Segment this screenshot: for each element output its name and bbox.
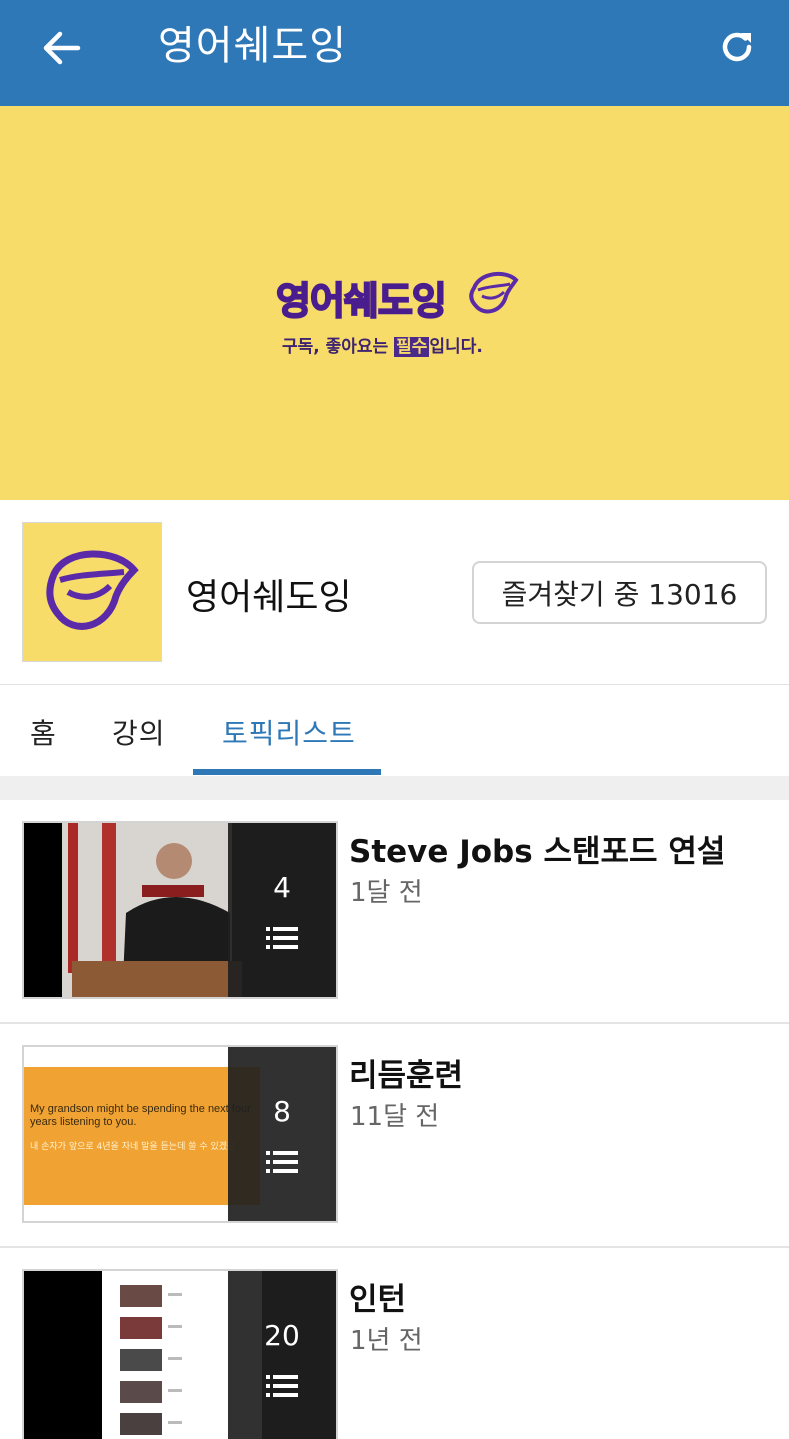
- lips-logo-icon: [469, 271, 519, 314]
- lips-logo-icon: [46, 550, 139, 630]
- thumbnail-caption-ko: 내 손자가 앞으로 4년을 자네 말을 듣는데 쓸 수 있겠군: [30, 1142, 236, 1152]
- playlist-title[interactable]: Steve Jobs 스탠포드 연설: [349, 826, 725, 871]
- tab-bar: 홈 강의 토픽리스트: [0, 686, 789, 776]
- playlist-count: 20: [264, 1319, 300, 1352]
- playlist-icon: [266, 1151, 298, 1173]
- playlist-date: 1달 전: [350, 878, 423, 908]
- playlist-count: 8: [273, 1095, 291, 1128]
- playlist-icon: [266, 1375, 298, 1397]
- section-divider: [0, 776, 789, 800]
- app-title: 영어쉐도잉: [158, 23, 347, 69]
- playlist-list: 4 Steve Jobs 스탠포드 연설 1달 전 My grandson mi…: [0, 800, 789, 1439]
- banner-logo-text: 영어쉐도잉: [275, 278, 448, 324]
- playlist-title[interactable]: 인턴: [349, 1274, 406, 1319]
- channel-avatar[interactable]: [22, 522, 162, 662]
- channel-banner: 영어쉐도잉 구독, 좋아요는 필수 입니다.: [0, 106, 789, 500]
- list-item[interactable]: 4 Steve Jobs 스탠포드 연설 1달 전: [0, 800, 789, 1024]
- back-arrow-icon: [43, 31, 81, 65]
- playlist-date: 1년 전: [350, 1326, 423, 1356]
- tagline-text-end: 입니다.: [429, 337, 483, 357]
- refresh-button[interactable]: [710, 20, 764, 74]
- list-item[interactable]: 20 인턴 1년 전: [0, 1248, 789, 1439]
- back-button[interactable]: [36, 22, 88, 74]
- playlist-date: 11달 전: [350, 1102, 440, 1132]
- refresh-icon: [722, 32, 752, 62]
- playlist-title[interactable]: 리듬훈련: [349, 1050, 463, 1095]
- channel-name: 영어쉐도잉: [186, 577, 352, 618]
- playlist-thumbnail[interactable]: My grandson might be spending the next f…: [22, 1045, 338, 1223]
- playlist-icon: [266, 927, 298, 949]
- tab-topic-list[interactable]: 토픽리스트: [222, 712, 356, 752]
- banner-tagline: 구독, 좋아요는 필수 입니다.: [282, 332, 483, 357]
- tagline-highlight: 필수: [394, 337, 430, 357]
- active-tab-indicator: [193, 769, 381, 775]
- favorite-button[interactable]: 즐겨찾기 중 13016: [472, 561, 767, 624]
- playlist-thumbnail[interactable]: 4: [22, 821, 338, 999]
- tab-lectures[interactable]: 강의: [112, 712, 166, 752]
- list-item[interactable]: My grandson might be spending the next f…: [0, 1024, 789, 1248]
- app-bar: 영어쉐도잉: [0, 0, 789, 106]
- thumbnail-caption-en: My grandson might be spending the next f…: [30, 1103, 251, 1128]
- tab-home[interactable]: 홈: [30, 712, 57, 752]
- banner-logo: 영어쉐도잉 구독, 좋아요는 필수 입니다.: [275, 266, 526, 366]
- playlist-count: 4: [273, 871, 291, 904]
- thumbnail-overlay: [228, 823, 336, 997]
- tagline-text: 구독, 좋아요는: [282, 337, 395, 357]
- channel-info: 영어쉐도잉 즐겨찾기 중 13016: [0, 500, 789, 685]
- thumbnail-overlay: [228, 1047, 336, 1221]
- playlist-thumbnail[interactable]: 20: [22, 1269, 338, 1439]
- thumbnail-overlay: [228, 1271, 336, 1439]
